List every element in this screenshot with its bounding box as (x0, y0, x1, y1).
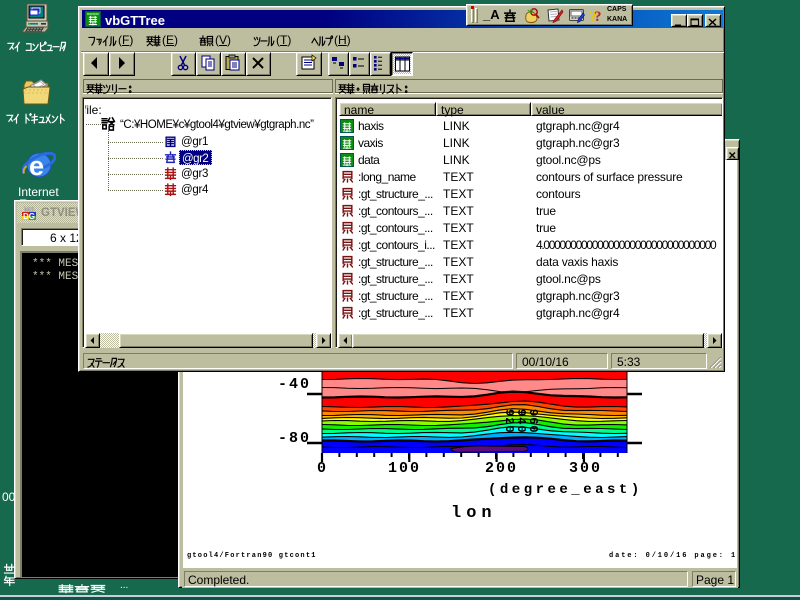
svg-text:960: 960 (526, 409, 540, 434)
svg-text:DG: DG (23, 212, 35, 221)
svg-text:920: 920 (502, 409, 516, 434)
svg-text:940: 940 (514, 409, 528, 434)
svg-text:?: ? (594, 9, 602, 24)
